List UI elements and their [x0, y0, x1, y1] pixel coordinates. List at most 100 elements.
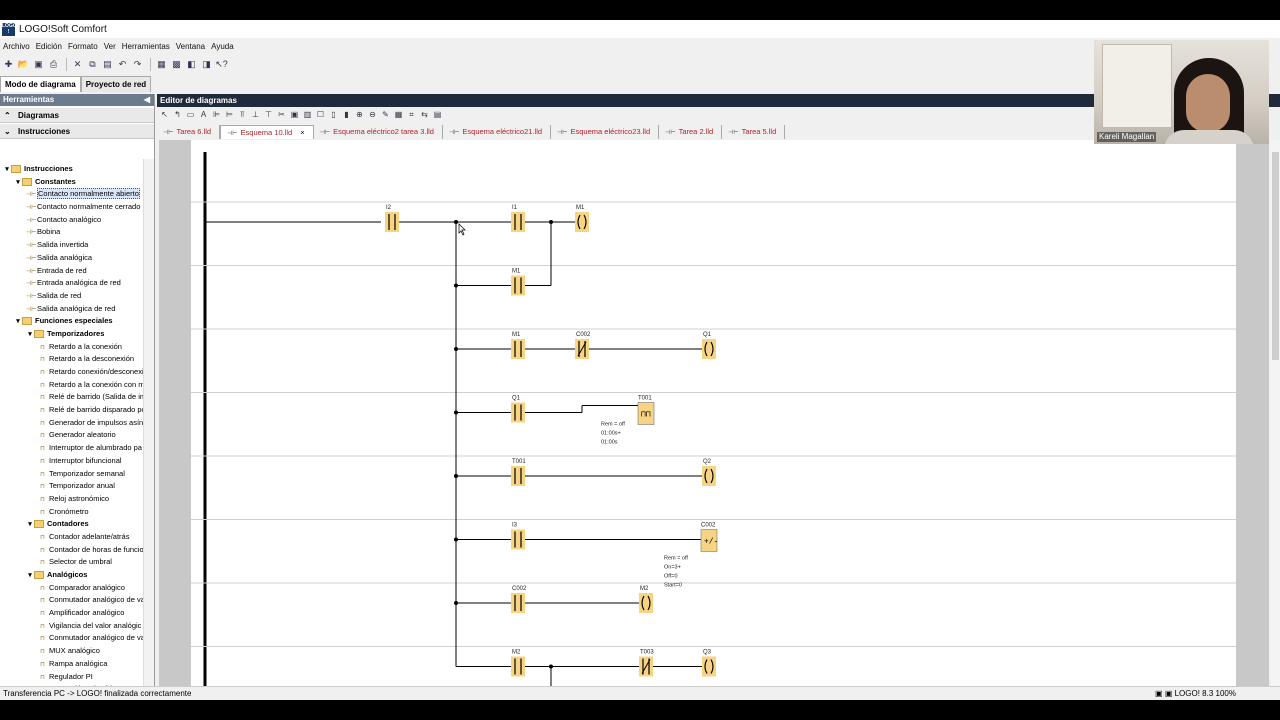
open-icon[interactable]: 📂: [17, 58, 30, 71]
constants-icon[interactable]: ▭: [185, 109, 196, 120]
lad-icon[interactable]: ▥: [302, 109, 313, 120]
tree-item[interactable]: ⊣⊢Bobina: [0, 226, 143, 239]
tree-item[interactable]: ⊓ Retardo a la conexión: [0, 341, 143, 354]
tab-file[interactable]: ⊣⊢ Tarea 2.lld: [659, 125, 723, 139]
align-left-icon[interactable]: ⊫: [211, 109, 222, 120]
tab-file[interactable]: ⊣⊢ Tarea 6.lld: [157, 125, 221, 139]
tree-item[interactable]: ⊓ Rampa analógica: [0, 658, 143, 671]
page-single-icon[interactable]: ☐: [315, 109, 326, 120]
ladder-diagram[interactable]: I2 I1 M1M1M1 C002 Q1Q1⊓⊓T001Rem = off01:00s+…: [191, 140, 1236, 686]
grid-icon[interactable]: ▦: [393, 109, 404, 120]
tree-item[interactable]: ⊣⊢Entrada de red: [0, 265, 143, 278]
tree-folder[interactable]: ▾ Analógicos: [0, 569, 143, 582]
tree-item[interactable]: ⊓ Contador adelante/atrás: [0, 531, 143, 544]
tree-item[interactable]: ⊓ Conmutador analógico de va: [0, 632, 143, 645]
tree-item[interactable]: ⊓ Generador aleatorio: [0, 429, 143, 442]
layout-icon[interactable]: ▤: [432, 109, 443, 120]
tree-folder[interactable]: ▾ Funciones especiales: [0, 315, 143, 328]
page-triple-icon[interactable]: ▮: [341, 109, 352, 120]
tree-item[interactable]: ⊣⊢Contacto analógico: [0, 214, 143, 227]
new-icon[interactable]: ✚: [2, 58, 15, 71]
cut-icon[interactable]: ✕: [71, 58, 84, 71]
tree-item[interactable]: ⊓ Retardo a la desconexión: [0, 353, 143, 366]
tree-item[interactable]: ⊓ Selector de umbral: [0, 556, 143, 569]
menu-ver[interactable]: Ver: [101, 42, 119, 51]
tab-file[interactable]: ⊣⊢ Esquema 10.lld ×: [220, 125, 314, 139]
tree-item[interactable]: ⊣⊢Salida de red: [0, 290, 143, 303]
align-middle-icon[interactable]: ⊥: [250, 109, 261, 120]
pen-icon[interactable]: ✎: [380, 109, 391, 120]
tree-item[interactable]: ⊓ Comparador analógico: [0, 582, 143, 595]
section-instructions[interactable]: ⌄ Instrucciones: [0, 124, 154, 139]
tab-file[interactable]: ⊣⊢ Esquema eléctrico21.lld: [443, 125, 552, 139]
menu-ayuda[interactable]: Ayuda: [208, 42, 237, 51]
page-double-icon[interactable]: ▯: [328, 109, 339, 120]
tree-item[interactable]: ⊓ Vigilancia del valor analógic: [0, 620, 143, 633]
align-center-icon[interactable]: ⊨: [224, 109, 235, 120]
simulation-icon[interactable]: ◧: [185, 58, 198, 71]
text-icon[interactable]: A: [198, 109, 209, 120]
transfer-logo-pc-icon[interactable]: ▩: [170, 58, 183, 71]
tree-item[interactable]: ⊓ Relé de barrido (Salida de im: [0, 391, 143, 404]
tree-folder[interactable]: ▾ Instrucciones: [0, 163, 143, 176]
tab-file[interactable]: ⊣⊢ Tarea 5.lld: [722, 125, 786, 139]
online-test-icon[interactable]: ◨: [200, 58, 213, 71]
tree-item[interactable]: ⊓ Cronómetro: [0, 506, 143, 519]
tree-folder[interactable]: ▾ Constantes: [0, 176, 143, 189]
align-top-icon[interactable]: ⫪: [237, 109, 248, 120]
tree-item[interactable]: ⊓ MUX analógico: [0, 645, 143, 658]
save-icon[interactable]: ▣: [32, 58, 45, 71]
tab-network-project[interactable]: Proyecto de red: [80, 76, 152, 92]
cut-connection-icon[interactable]: ✂: [276, 109, 287, 120]
tree-item[interactable]: ⊓ Contador de horas de funcio: [0, 544, 143, 557]
align-bottom-icon[interactable]: ⊤: [263, 109, 274, 120]
section-diagrams[interactable]: ⌃ Diagramas: [0, 108, 154, 123]
undo-icon[interactable]: ↶: [116, 58, 129, 71]
tree-item[interactable]: ⊓ Conmutador analógico de va: [0, 594, 143, 607]
menu-ventana[interactable]: Ventana: [173, 42, 208, 51]
zoom-in-icon[interactable]: ⊕: [354, 109, 365, 120]
tree-item[interactable]: ⊣⊢Contacto normalmente cerrado: [0, 201, 143, 214]
tree-vertical-scrollbar[interactable]: [143, 159, 154, 699]
expand-arrow-icon[interactable]: ▾: [26, 519, 34, 531]
tree-item[interactable]: ⊓ Relé de barrido disparado po: [0, 404, 143, 417]
expand-arrow-icon[interactable]: ▾: [14, 316, 22, 328]
paste-icon[interactable]: ▤: [101, 58, 114, 71]
fbd-icon[interactable]: ▣: [289, 109, 300, 120]
tab-file[interactable]: ⊣⊢ Esquema eléctrico2 tarea 3.lld: [314, 125, 443, 139]
menu-herramientas[interactable]: Herramientas: [119, 42, 173, 51]
expand-arrow-icon[interactable]: ▾: [26, 570, 34, 582]
tree-item[interactable]: ⊓ Interruptor bifuncional: [0, 455, 143, 468]
tree-folder[interactable]: ▾ Contadores: [0, 518, 143, 531]
help-icon[interactable]: ↖?: [215, 58, 228, 71]
redo-icon[interactable]: ↷: [131, 58, 144, 71]
expand-arrow-icon[interactable]: ▾: [26, 329, 34, 341]
tree-item[interactable]: ⊣⊢Salida analógica: [0, 252, 143, 265]
tree-item[interactable]: ⊣⊢ Contacto normalmente abierto: [0, 188, 143, 201]
scrollbar-thumb[interactable]: [1272, 152, 1279, 360]
print-icon[interactable]: ⎙: [47, 58, 60, 71]
tree-item[interactable]: ⊓ Temporizador anual: [0, 480, 143, 493]
menu-archivo[interactable]: Archivo: [0, 42, 33, 51]
tree-folder[interactable]: ▾ Temporizadores: [0, 328, 143, 341]
tree-item[interactable]: ⊓ Interruptor de alumbrado pa: [0, 442, 143, 455]
tree-item[interactable]: ⊣⊢Salida invertida: [0, 239, 143, 252]
tab-diagram-mode[interactable]: Modo de diagrama: [0, 76, 81, 92]
tab-file[interactable]: ⊣⊢ Esquema eléctrico23.lld: [551, 125, 660, 139]
tree-item[interactable]: ⊣⊢Salida analógica de red: [0, 303, 143, 316]
editor-vertical-scrollbar[interactable]: [1271, 140, 1280, 686]
transfer-pc-logo-icon[interactable]: ▦: [155, 58, 168, 71]
tree-item[interactable]: ⊓ Amplificador analógico: [0, 607, 143, 620]
tree-item[interactable]: ⊓ Generador de impulsos asínc: [0, 417, 143, 430]
tree-item[interactable]: ⊓ Regulador PI: [0, 671, 143, 684]
zoom-out-icon[interactable]: ⊖: [367, 109, 378, 120]
tree-item[interactable]: ⊓ Retardo conexión/desconexi: [0, 366, 143, 379]
tree-item[interactable]: ⊓ Retardo a la conexión con m: [0, 379, 143, 392]
close-tab-icon[interactable]: ×: [300, 128, 304, 137]
expand-arrow-icon[interactable]: ▾: [3, 164, 11, 176]
menu-formato[interactable]: Formato: [65, 42, 101, 51]
tree-item[interactable]: ⊓ Temporizador semanal: [0, 468, 143, 481]
snap-icon[interactable]: ⌗: [406, 109, 417, 120]
expand-arrow-icon[interactable]: ▾: [14, 177, 22, 189]
tree-item[interactable]: ⊣⊢Entrada analógica de red: [0, 277, 143, 290]
